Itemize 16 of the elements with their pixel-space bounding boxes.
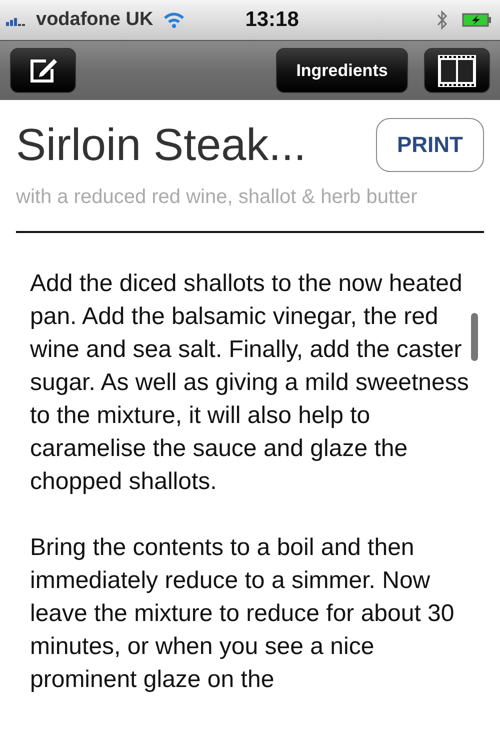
scroll-indicator (471, 313, 478, 361)
clock-time: 13:18 (245, 8, 299, 32)
bluetooth-icon (436, 10, 448, 30)
film-button[interactable] (424, 48, 490, 93)
recipe-title: Sirloin Steak... (16, 119, 306, 171)
instruction-paragraph: Bring the contents to a boil and then immediately reduce to a simmer. Now leave the mixture to reduce for about 30 minutes, or when you see a nice prominent glaze on the (30, 533, 456, 695)
print-button[interactable]: PRINT (376, 118, 484, 172)
wifi-icon (163, 12, 186, 28)
film-strip-icon (437, 54, 477, 88)
compose-button[interactable] (10, 48, 76, 93)
recipe-subtitle: with a reduced red wine, shallot & herb butter (16, 186, 418, 209)
compose-icon (28, 56, 58, 84)
instruction-paragraph: Add the diced shallots to the now heated pan. Add the balsamic vinegar, the red wine and sea salt. Finally, add the caster sugar. As well as giving a mild sweetness to the mixture, it will also help to caramelise the sauce and glaze the chopped shallots. (30, 269, 470, 497)
ingredients-button[interactable]: Ingredients (276, 48, 408, 93)
battery-icon (462, 12, 492, 28)
carrier-name: vodafone UK (36, 9, 154, 31)
